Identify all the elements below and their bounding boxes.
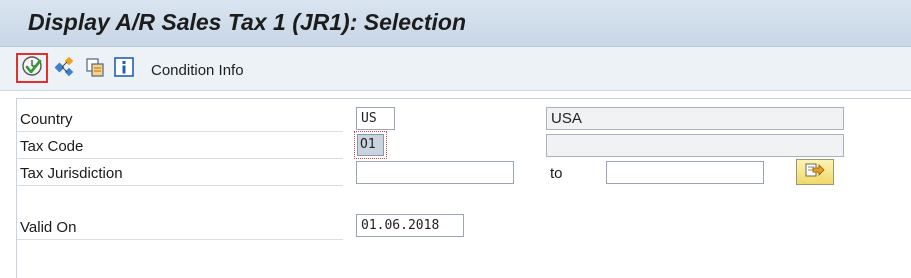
country-input[interactable]: US xyxy=(356,107,395,130)
application-toolbar: Condition Info xyxy=(0,47,911,91)
condition-info-button[interactable]: Condition Info xyxy=(151,62,244,79)
country-description: USA xyxy=(546,107,844,130)
tax-code-input[interactable]: O1 xyxy=(357,134,384,156)
valid-on-label: Valid On xyxy=(20,219,77,236)
tax-code-description xyxy=(546,134,844,157)
page-title: Display A/R Sales Tax 1 (JR1): Selection xyxy=(28,9,467,35)
execute-clock-check-icon xyxy=(21,55,43,82)
technical-info-button[interactable] xyxy=(53,56,77,83)
hierarchy-icon xyxy=(54,56,76,83)
info-button[interactable] xyxy=(112,56,136,83)
tax-jurisdiction-from-input[interactable] xyxy=(356,161,514,184)
country-label: Country xyxy=(20,111,73,128)
copy-button[interactable] xyxy=(83,57,107,81)
info-icon xyxy=(113,56,135,83)
multiple-selection-arrow-icon xyxy=(804,161,826,184)
execute-button[interactable] xyxy=(16,53,48,83)
row-divider xyxy=(17,131,343,132)
row-divider xyxy=(17,158,343,159)
tax-jurisdiction-to-input[interactable] xyxy=(606,161,764,184)
row-divider xyxy=(17,239,343,240)
multiple-selection-button[interactable] xyxy=(796,159,834,185)
to-label: to xyxy=(550,165,563,182)
title-bar: Display A/R Sales Tax 1 (JR1): Selection xyxy=(0,0,911,47)
tax-code-label: Tax Code xyxy=(20,138,84,155)
tax-jurisdiction-label: Tax Jurisdiction xyxy=(20,165,123,182)
copy-pages-icon xyxy=(84,56,106,83)
valid-on-input[interactable]: 01.06.2018 xyxy=(356,214,464,237)
row-divider xyxy=(17,185,343,186)
